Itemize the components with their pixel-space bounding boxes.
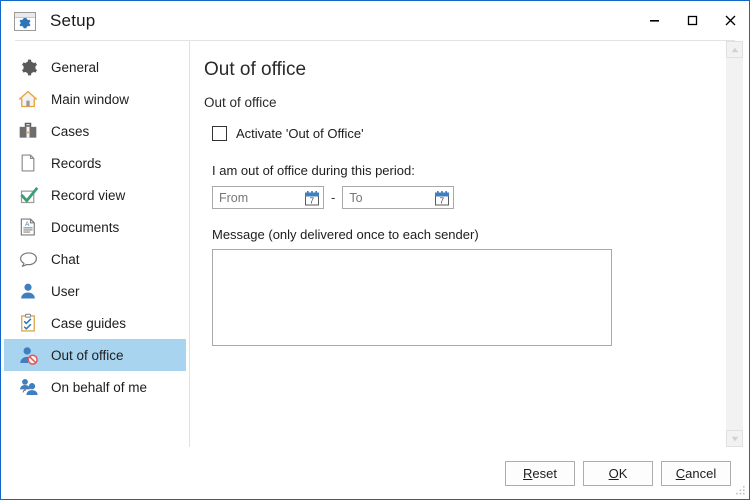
activate-out-of-office-row: Activate 'Out of Office' bbox=[204, 126, 749, 141]
dialog-body: General Main window Cases Records Record… bbox=[1, 41, 749, 447]
message-label: Message (only delivered once to each sen… bbox=[212, 227, 479, 242]
ok-button-accel: O bbox=[608, 465, 619, 481]
sidebar-item-main-window[interactable]: Main window bbox=[4, 83, 186, 115]
setup-dialog-window: Setup General Main window Cases Records … bbox=[0, 0, 750, 500]
date-range-separator: - bbox=[331, 190, 336, 205]
calendar-icon[interactable]: 7 bbox=[435, 190, 450, 205]
sidebar-item-records[interactable]: Records bbox=[4, 147, 186, 179]
sidebar-item-label: Case guides bbox=[51, 315, 127, 331]
person-icon bbox=[17, 280, 39, 302]
period-date-range: From 7 - To 7 bbox=[212, 186, 749, 209]
reset-button-accel: R bbox=[523, 465, 533, 481]
activate-out-of-office-label: Activate 'Out of Office' bbox=[236, 126, 364, 141]
close-button[interactable] bbox=[711, 1, 749, 39]
sidebar-item-case-guides[interactable]: Case guides bbox=[4, 307, 186, 339]
ok-button-label: K bbox=[618, 465, 628, 481]
scroll-down-arrow-icon[interactable] bbox=[726, 430, 743, 447]
briefcase-icon bbox=[17, 120, 39, 142]
svg-text:7: 7 bbox=[310, 196, 315, 205]
reset-button-label: eset bbox=[532, 465, 557, 481]
resize-grip[interactable] bbox=[733, 484, 746, 497]
page-title: Out of office bbox=[204, 59, 307, 80]
checkmark-box-icon bbox=[17, 184, 39, 206]
period-label: I am out of office during this period: bbox=[212, 163, 415, 178]
cancel-button-label: ancel bbox=[685, 465, 717, 481]
sidebar-item-label: Cases bbox=[51, 123, 90, 139]
title-bar: Setup bbox=[1, 1, 749, 41]
sidebar-item-user[interactable]: User bbox=[4, 275, 186, 307]
home-icon bbox=[17, 88, 39, 110]
content-scrollbar[interactable] bbox=[726, 41, 743, 447]
person-blocked-icon bbox=[17, 344, 39, 366]
sidebar-item-cases[interactable]: Cases bbox=[4, 115, 186, 147]
sidebar-item-label: Chat bbox=[51, 251, 80, 267]
section-title: Out of office bbox=[204, 95, 277, 110]
from-date-placeholder: From bbox=[219, 190, 249, 205]
reset-button[interactable]: Reset bbox=[505, 460, 575, 486]
sidebar-item-on-behalf-of-me[interactable]: On behalf of me bbox=[4, 371, 186, 403]
sidebar-item-label: Records bbox=[51, 155, 102, 171]
to-date-input[interactable]: To 7 bbox=[342, 186, 455, 209]
sidebar-item-general[interactable]: General bbox=[4, 51, 186, 83]
settings-sidebar: General Main window Cases Records Record… bbox=[1, 41, 190, 447]
cancel-button-accel: C bbox=[675, 465, 686, 481]
sidebar-item-chat[interactable]: Chat bbox=[4, 243, 186, 275]
gear-icon bbox=[17, 56, 39, 78]
dialog-footer: Reset OK Cancel bbox=[1, 447, 749, 499]
sidebar-item-label: Out of office bbox=[51, 347, 124, 363]
sidebar-item-label: General bbox=[51, 59, 100, 75]
document-text-icon: A bbox=[17, 216, 39, 238]
setup-gear-icon bbox=[14, 11, 36, 31]
settings-content-panel: Out of office Out of office Activate 'Ou… bbox=[190, 41, 749, 447]
activate-out-of-office-checkbox[interactable] bbox=[212, 126, 227, 141]
page-icon bbox=[17, 152, 39, 174]
from-date-input[interactable]: From 7 bbox=[212, 186, 324, 209]
scroll-up-arrow-icon[interactable] bbox=[726, 41, 743, 58]
sidebar-item-label: Documents bbox=[51, 219, 120, 235]
clipboard-check-icon bbox=[17, 312, 39, 334]
message-textarea[interactable] bbox=[212, 249, 612, 346]
svg-text:7: 7 bbox=[440, 196, 445, 205]
minimize-button[interactable] bbox=[635, 1, 673, 39]
calendar-icon[interactable]: 7 bbox=[305, 190, 319, 205]
sidebar-item-label: User bbox=[51, 283, 80, 299]
sidebar-item-documents[interactable]: A Documents bbox=[4, 211, 186, 243]
to-date-placeholder: To bbox=[349, 190, 363, 205]
maximize-button[interactable] bbox=[673, 1, 711, 39]
sidebar-item-out-of-office[interactable]: Out of office bbox=[4, 339, 186, 371]
people-group-icon bbox=[17, 376, 39, 398]
window-title: Setup bbox=[50, 11, 96, 30]
window-controls bbox=[635, 1, 749, 41]
sidebar-item-label: Main window bbox=[51, 91, 130, 107]
sidebar-item-label: Record view bbox=[51, 187, 126, 203]
sidebar-item-record-view[interactable]: Record view bbox=[4, 179, 186, 211]
speech-bubble-icon bbox=[17, 248, 39, 270]
ok-button[interactable]: OK bbox=[583, 460, 653, 486]
sidebar-item-label: On behalf of me bbox=[51, 379, 148, 395]
cancel-button[interactable]: Cancel bbox=[661, 460, 731, 486]
